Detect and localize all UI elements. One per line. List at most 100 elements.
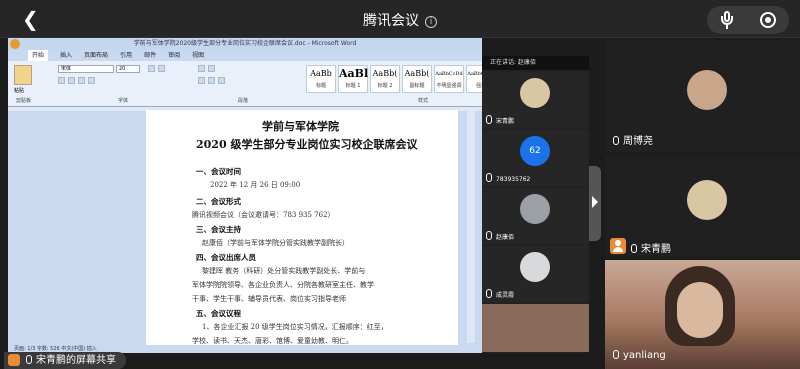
grow-font-icon xyxy=(148,65,155,72)
mic-icon xyxy=(486,289,492,298)
avatar xyxy=(520,252,550,282)
mic-icon xyxy=(486,231,492,240)
share-label-text: 宋青鹏的屏幕共享 xyxy=(36,355,116,366)
word-title: 学前与军体学院2020级学生部分专业岗位实习校企联席会议.doc - Micro… xyxy=(133,40,357,47)
underline-icon xyxy=(78,77,85,84)
doc-section-title: 一、会议时间 xyxy=(196,167,241,176)
strip-participant: 宋青鹏 xyxy=(482,72,589,128)
word-titlebar: 学前与军体学院2020级学生部分专业岗位实习校企联席会议.doc - Micro… xyxy=(8,38,482,50)
user-icon xyxy=(610,238,626,254)
participant-name: 赵康佰 xyxy=(496,234,515,241)
avatar xyxy=(687,180,727,220)
screen-share-label: 宋青鹏的屏幕共享 xyxy=(4,352,126,369)
tab-references: 引用 xyxy=(120,52,133,59)
avatar xyxy=(520,78,550,108)
style-heading2: AaBb(标题 2 xyxy=(370,65,400,93)
strip-participant: 赵康佰 xyxy=(482,188,589,244)
doc-heading-2: 2020 级学生部分专业岗位实习校企联席会议 xyxy=(196,138,418,151)
strip-video-tile xyxy=(482,304,589,352)
avatar: 62 xyxy=(520,136,550,166)
video-face xyxy=(677,282,723,338)
record-icon[interactable] xyxy=(760,12,776,28)
font-name-box: 宋体 xyxy=(58,65,114,73)
style-emphasis: AaBbCcDd强调 xyxy=(466,65,482,93)
tab-mailings: 邮件 xyxy=(144,52,157,59)
doc-section-body: 军体学院院领导、各企业负责人、分院各教研室主任、教学 xyxy=(192,281,374,289)
participant-video-tile[interactable]: yanliang xyxy=(605,260,800,369)
doc-section-body: 腾讯视频会议（会议邀请号：783 935 762） xyxy=(192,211,335,219)
tab-home: 开始 xyxy=(28,50,49,61)
mic-icon xyxy=(631,244,637,253)
speaking-indicator: 正在讲话: 赵康佰 xyxy=(482,56,589,70)
tab-layout: 页面布局 xyxy=(84,52,109,59)
tab-review: 审阅 xyxy=(168,52,181,59)
top-controls xyxy=(707,6,789,34)
doc-section-title: 五、会议议程 xyxy=(196,309,241,318)
mic-icon xyxy=(26,355,32,364)
user-icon xyxy=(8,354,20,366)
styles-gallery: AaBb 标题 AaBl 标题 1 AaBb(标题 2 AaBb(副标题 AaBbC… xyxy=(306,65,482,93)
align-right-icon xyxy=(218,77,225,84)
group-clipboard-label: 剪贴板 xyxy=(16,98,32,104)
avatar xyxy=(687,70,727,110)
paste-label: 粘贴 xyxy=(14,88,25,94)
numbering-icon xyxy=(208,65,215,72)
collapse-panel-handle[interactable] xyxy=(589,166,601,241)
participant-tile[interactable]: 宋青鹏 xyxy=(605,156,800,256)
participant-name: yanliang xyxy=(623,350,666,361)
doc-section-body: 1、各企业汇报 20 级学生岗位实习情况，汇报顺序：红至， xyxy=(202,323,388,331)
top-bar: ❮ 腾讯会议 i xyxy=(0,0,800,38)
doc-section-title: 四、会议出席人员 xyxy=(196,253,256,262)
word-ribbon: 粘贴 宋体 20 AaBb 标题 AaBl 标题 1 AaBb(标题 2 AaBb(… xyxy=(8,61,482,107)
chevron-right-icon xyxy=(592,196,598,208)
mic-icon xyxy=(486,173,492,182)
participant-name: 宋青鹏 xyxy=(496,118,515,125)
mic-icon xyxy=(486,115,492,124)
info-icon[interactable]: i xyxy=(425,16,437,28)
group-styles-label: 样式 xyxy=(418,98,429,104)
align-center-icon xyxy=(208,77,215,84)
strip-participant: 62 783935762 xyxy=(482,130,589,186)
doc-section-body: 赵康佰（学前与军体学院分管实践教学副院长） xyxy=(202,239,349,247)
avatar xyxy=(520,194,550,224)
tab-view: 视图 xyxy=(192,52,205,59)
font-size-box: 20 xyxy=(116,65,140,73)
participant-tile[interactable]: 周博尧 xyxy=(605,40,800,152)
group-font-label: 字体 xyxy=(118,98,129,104)
strip-participant: 成灵霞 xyxy=(482,246,589,302)
doc-section-body: 黎建晖 教务（科研）处分管实践教学副处长、学前与 xyxy=(202,267,366,275)
participant-name: 宋青鹏 xyxy=(641,244,671,255)
word-scrollbar xyxy=(467,111,475,343)
office-button-icon xyxy=(10,39,20,49)
paste-icon xyxy=(14,65,32,85)
microphone-icon[interactable] xyxy=(720,11,734,29)
doc-section-title: 二、会议形式 xyxy=(196,197,241,206)
bullets-icon xyxy=(198,65,205,72)
style-heading1: AaBl 标题 1 xyxy=(338,65,368,93)
mic-icon xyxy=(613,136,619,145)
italic-icon xyxy=(68,77,75,84)
bold-icon xyxy=(58,77,65,84)
style-title: AaBb 标题 xyxy=(306,65,336,93)
shared-word-window: 学前与军体学院2020级学生部分专业岗位实习校企联席会议.doc - Micro… xyxy=(8,38,482,353)
doc-section-title: 三、会议主持 xyxy=(196,225,241,234)
participant-name: 成灵霞 xyxy=(496,292,515,299)
meeting-title-text: 腾讯会议 xyxy=(363,13,419,29)
style-subtitle: AaBb(副标题 xyxy=(402,65,432,93)
shrink-font-icon xyxy=(158,65,165,72)
align-left-icon xyxy=(198,77,205,84)
meeting-title: 腾讯会议 i xyxy=(0,10,800,30)
word-tabs: 开始 插入 页面布局 引用 邮件 审阅 视图 xyxy=(8,50,482,61)
document-page: 学前与军体学院 2020 级学生部分专业岗位实习校企联席会议 一、会议时间 20… xyxy=(146,110,458,346)
doc-section-body: 干事、学生干事、辅导员代表、岗位实习指导老师 xyxy=(192,295,346,303)
tab-insert: 插入 xyxy=(60,52,73,59)
group-paragraph-label: 段落 xyxy=(238,98,249,104)
avatar-badge: 62 xyxy=(529,146,541,156)
doc-heading-1: 学前与军体学院 xyxy=(262,120,339,133)
strikethrough-icon xyxy=(88,77,95,84)
participant-name: 783935762 xyxy=(496,176,531,183)
doc-section-body: 2022 年 12 月 26 日 09:00 xyxy=(210,181,301,189)
style-subtle-emphasis: AaBbCcDd 不明显强调 xyxy=(434,65,464,93)
mic-icon xyxy=(613,350,619,359)
participant-name: 周博尧 xyxy=(623,136,653,147)
